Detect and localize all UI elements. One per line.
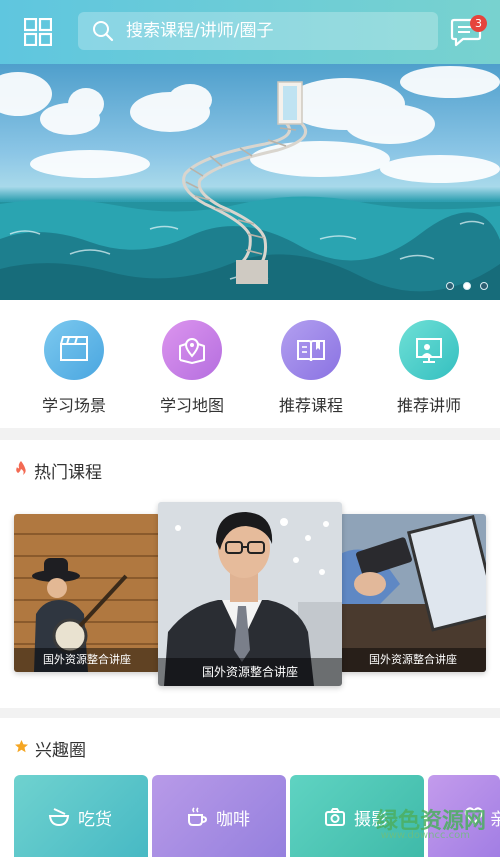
clapperboard-icon [44, 320, 104, 380]
entry-label: 学习地图 [159, 396, 224, 415]
interest-section: 兴趣圈 吃货 咖啡 摄影 亲 绿色资源网 www.downcc.com [0, 718, 500, 857]
entry-learning-scene[interactable]: 学习场景 [15, 320, 133, 416]
quick-entry-bar: 学习场景 学习地图 推荐课程 推荐讲师 [0, 300, 500, 428]
course-card-featured[interactable]: 国外资源整合讲座 [158, 502, 342, 686]
watermark-url: www.downcc.com [380, 830, 470, 841]
entry-recommended-teachers[interactable]: 推荐讲师 [370, 320, 488, 416]
star-icon [14, 739, 29, 759]
section-title: 兴趣圈 [14, 736, 86, 761]
entry-label: 学习场景 [41, 396, 106, 415]
interest-title: 兴趣圈 [35, 741, 86, 761]
message-count-badge: 3 [470, 15, 487, 32]
entry-recommended-courses[interactable]: 推荐课程 [252, 320, 370, 416]
carousel-dot-active[interactable] [463, 282, 471, 290]
hot-courses-title: 热门课程 [34, 463, 102, 483]
book-icon [281, 320, 341, 380]
carousel-dot[interactable] [480, 282, 488, 290]
tile-label: 亲 [490, 810, 500, 830]
interest-tile-foodie[interactable]: 吃货 [14, 775, 148, 857]
course-caption: 国外资源整合讲座 [14, 648, 160, 672]
grid-menu-icon[interactable] [24, 18, 52, 46]
search-placeholder: 搜索课程/讲师/圈子 [126, 21, 274, 41]
flame-icon [14, 460, 28, 481]
search-icon [93, 21, 114, 42]
tile-label: 咖啡 [216, 810, 250, 830]
section-title: 热门课程 [14, 458, 102, 483]
top-bar: 搜索课程/讲师/圈子 3 [0, 0, 500, 64]
carousel-dot[interactable] [446, 282, 454, 290]
course-caption: 国外资源整合讲座 [340, 648, 486, 672]
entry-label: 推荐讲师 [396, 396, 461, 415]
search-input[interactable]: 搜索课程/讲师/圈子 [78, 12, 438, 50]
carousel-dots [446, 282, 488, 290]
entry-label: 推荐课程 [278, 396, 343, 415]
banner-carousel[interactable] [0, 64, 500, 300]
interest-tile-coffee[interactable]: 咖啡 [152, 775, 286, 857]
banner-image [0, 66, 500, 300]
entry-learning-map[interactable]: 学习地图 [133, 320, 251, 416]
tile-label: 吃货 [78, 810, 112, 830]
course-caption: 国外资源整合讲座 [158, 658, 342, 686]
course-card[interactable]: 国外资源整合讲座 [14, 514, 160, 672]
hot-courses-section: 热门课程 国外资源整合讲座 国外资源整合讲座 国外资源整合讲座 [0, 440, 500, 708]
map-pin-icon [162, 320, 222, 380]
presenter-icon [399, 320, 459, 380]
course-card[interactable]: 国外资源整合讲座 [340, 514, 486, 672]
